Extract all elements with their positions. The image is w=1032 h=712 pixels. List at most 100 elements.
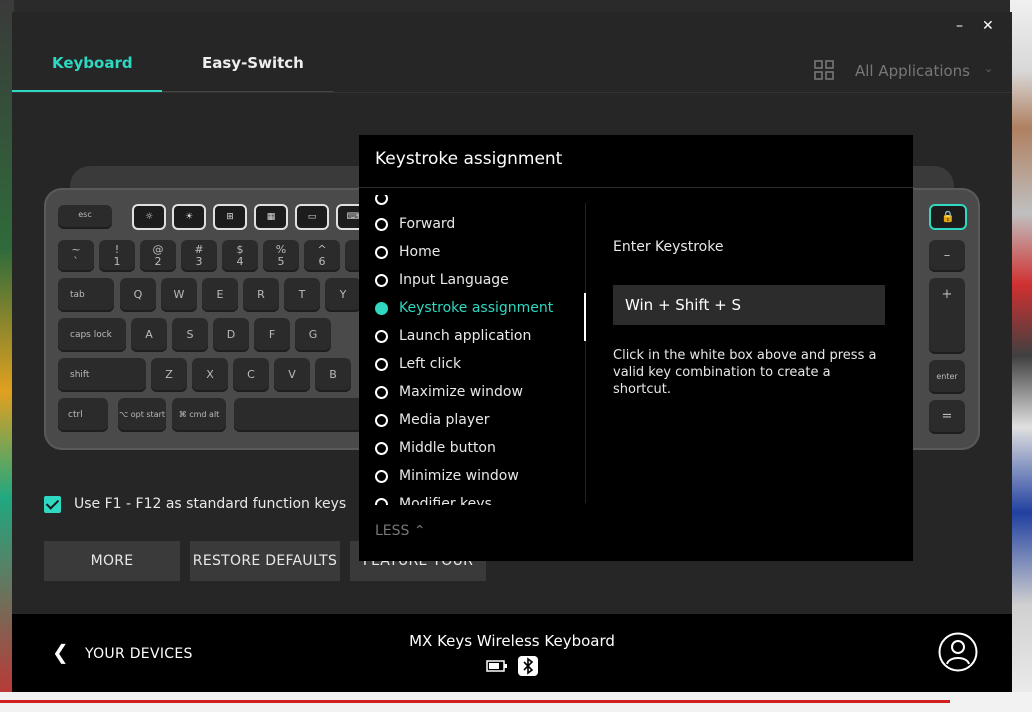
video-progress-bar [0, 700, 950, 703]
key-cmd-alt[interactable]: ⌘ cmd alt [172, 398, 226, 432]
key-tab[interactable]: tab [58, 278, 114, 312]
key-ctrl[interactable]: ctrl [58, 398, 108, 432]
key-g[interactable]: G [295, 318, 331, 352]
close-button[interactable]: ✕ [982, 18, 994, 34]
list-item-label: Launch application [399, 328, 532, 344]
chevron-down-icon[interactable]: ⌄ [984, 62, 993, 75]
minimize-button[interactable]: – [956, 18, 963, 34]
popup-divider [359, 187, 913, 188]
key-x[interactable]: X [192, 358, 228, 392]
list-item-label: Forward [399, 216, 456, 232]
key-f3[interactable]: ⊞ [213, 204, 247, 230]
key-esc[interactable]: esc [58, 205, 112, 229]
radio-icon [375, 357, 388, 371]
top-bar: – ✕ Keyboard Easy-Switch All Application… [12, 12, 1012, 92]
key-f2[interactable]: ☀ [172, 204, 206, 230]
app-selector[interactable]: All Applications [855, 62, 970, 80]
restore-defaults-button[interactable]: RESTORE DEFAULTS [190, 541, 340, 581]
key-legend-bottom: 4 [236, 255, 244, 268]
more-button[interactable]: MORE [44, 541, 180, 581]
key-2[interactable]: @2 [140, 240, 176, 272]
key-opt-start[interactable]: ⌥ opt start [118, 398, 166, 432]
key-r[interactable]: R [243, 278, 279, 312]
list-item-label: Middle button [399, 440, 496, 456]
list-item-label: Input Language [399, 272, 509, 288]
list-item-partial[interactable] [375, 195, 399, 209]
list-item[interactable]: Maximize window [375, 381, 523, 403]
list-scroll-thumb[interactable] [584, 293, 586, 341]
device-name: MX Keys Wireless Keyboard [409, 632, 615, 650]
key-numpad-equals[interactable]: = [929, 400, 965, 434]
key-lock[interactable]: 🔒 [929, 204, 967, 230]
radio-icon [375, 195, 388, 205]
key-legend-bottom: 2 [154, 255, 162, 268]
list-item[interactable]: Input Language [375, 269, 509, 291]
radio-icon [375, 385, 388, 399]
key-legend-start: start [146, 410, 166, 419]
key-q[interactable]: Q [120, 278, 156, 312]
key-t[interactable]: T [284, 278, 320, 312]
keystroke-help-text: Click in the white box above and press a… [613, 348, 877, 397]
key-v[interactable]: V [274, 358, 310, 392]
radio-icon [375, 441, 388, 455]
list-item[interactable]: Forward [375, 213, 455, 235]
key-b[interactable]: B [315, 358, 351, 392]
desktop-background-right [1010, 0, 1032, 712]
key-f4[interactable]: ▦ [254, 204, 288, 230]
key-z[interactable]: Z [151, 358, 187, 392]
key-6[interactable]: ^ 6 [304, 240, 340, 272]
key-legend-bottom: 6 [318, 255, 326, 268]
tab-keyboard[interactable]: Keyboard [52, 54, 133, 72]
key-numpad-minus[interactable]: – [929, 240, 965, 272]
key-a[interactable]: A [131, 318, 167, 352]
list-scrollbar[interactable] [585, 203, 586, 503]
enter-keystroke-label: Enter Keystroke [613, 239, 724, 255]
radio-icon [375, 413, 388, 427]
action-list[interactable]: Forward Home Input Language Keystroke as… [359, 195, 585, 505]
key-1[interactable]: ! 1 [99, 240, 135, 272]
less-label: LESS [375, 523, 410, 539]
key-caps-lock[interactable]: caps lock [58, 318, 126, 352]
list-item-selected[interactable]: Keystroke assignment [375, 297, 553, 319]
key-d[interactable]: D [213, 318, 249, 352]
list-item[interactable]: Modifier keys [375, 493, 492, 505]
key-e[interactable]: E [202, 278, 238, 312]
key-space[interactable] [234, 398, 374, 432]
list-item[interactable]: Left click [375, 353, 461, 375]
bluetooth-icon [518, 656, 538, 676]
footer: ❮ YOUR DEVICES MX Keys Wireless Keyboard [12, 614, 1012, 692]
keystroke-input[interactable] [613, 285, 885, 325]
key-c[interactable]: C [233, 358, 269, 392]
less-toggle[interactable]: LESS ⌃ [375, 523, 426, 539]
radio-selected-icon [375, 301, 388, 315]
list-item[interactable]: Minimize window [375, 465, 519, 487]
key-numpad-enter[interactable]: enter [929, 360, 965, 394]
keystroke-assignment-popup: Keystroke assignment Forward Home Input … [359, 135, 913, 561]
list-item[interactable]: Launch application [375, 325, 531, 347]
key-w[interactable]: W [161, 278, 197, 312]
key-y[interactable]: Y [325, 278, 361, 312]
key-numpad-plus[interactable]: + [929, 278, 965, 354]
key-legend-alt: alt [209, 410, 220, 419]
radio-icon [375, 469, 388, 483]
list-item[interactable]: Home [375, 241, 440, 263]
key-3[interactable]: #3 [181, 240, 217, 272]
list-item-label: Modifier keys [399, 496, 492, 505]
account-icon[interactable] [938, 632, 978, 672]
grid-icon[interactable] [814, 60, 834, 80]
tab-easy-switch[interactable]: Easy-Switch [202, 54, 304, 72]
list-item[interactable]: Middle button [375, 437, 496, 459]
list-item-label: Keystroke assignment [399, 300, 554, 316]
key-f5[interactable]: ▭ [295, 204, 329, 230]
function-keys-checkbox[interactable] [44, 496, 61, 513]
key-5[interactable]: % 5 [263, 240, 299, 272]
key-s[interactable]: S [172, 318, 208, 352]
key-f1[interactable]: ☼ [132, 204, 166, 230]
key-legend-cmd: ⌘ cmd [178, 410, 207, 419]
list-item-label: Left click [399, 356, 462, 372]
key-tilde[interactable]: ~ ` [58, 240, 94, 272]
list-item[interactable]: Media player [375, 409, 490, 431]
key-shift[interactable]: shift [58, 358, 146, 392]
key-4[interactable]: $4 [222, 240, 258, 272]
key-f[interactable]: F [254, 318, 290, 352]
